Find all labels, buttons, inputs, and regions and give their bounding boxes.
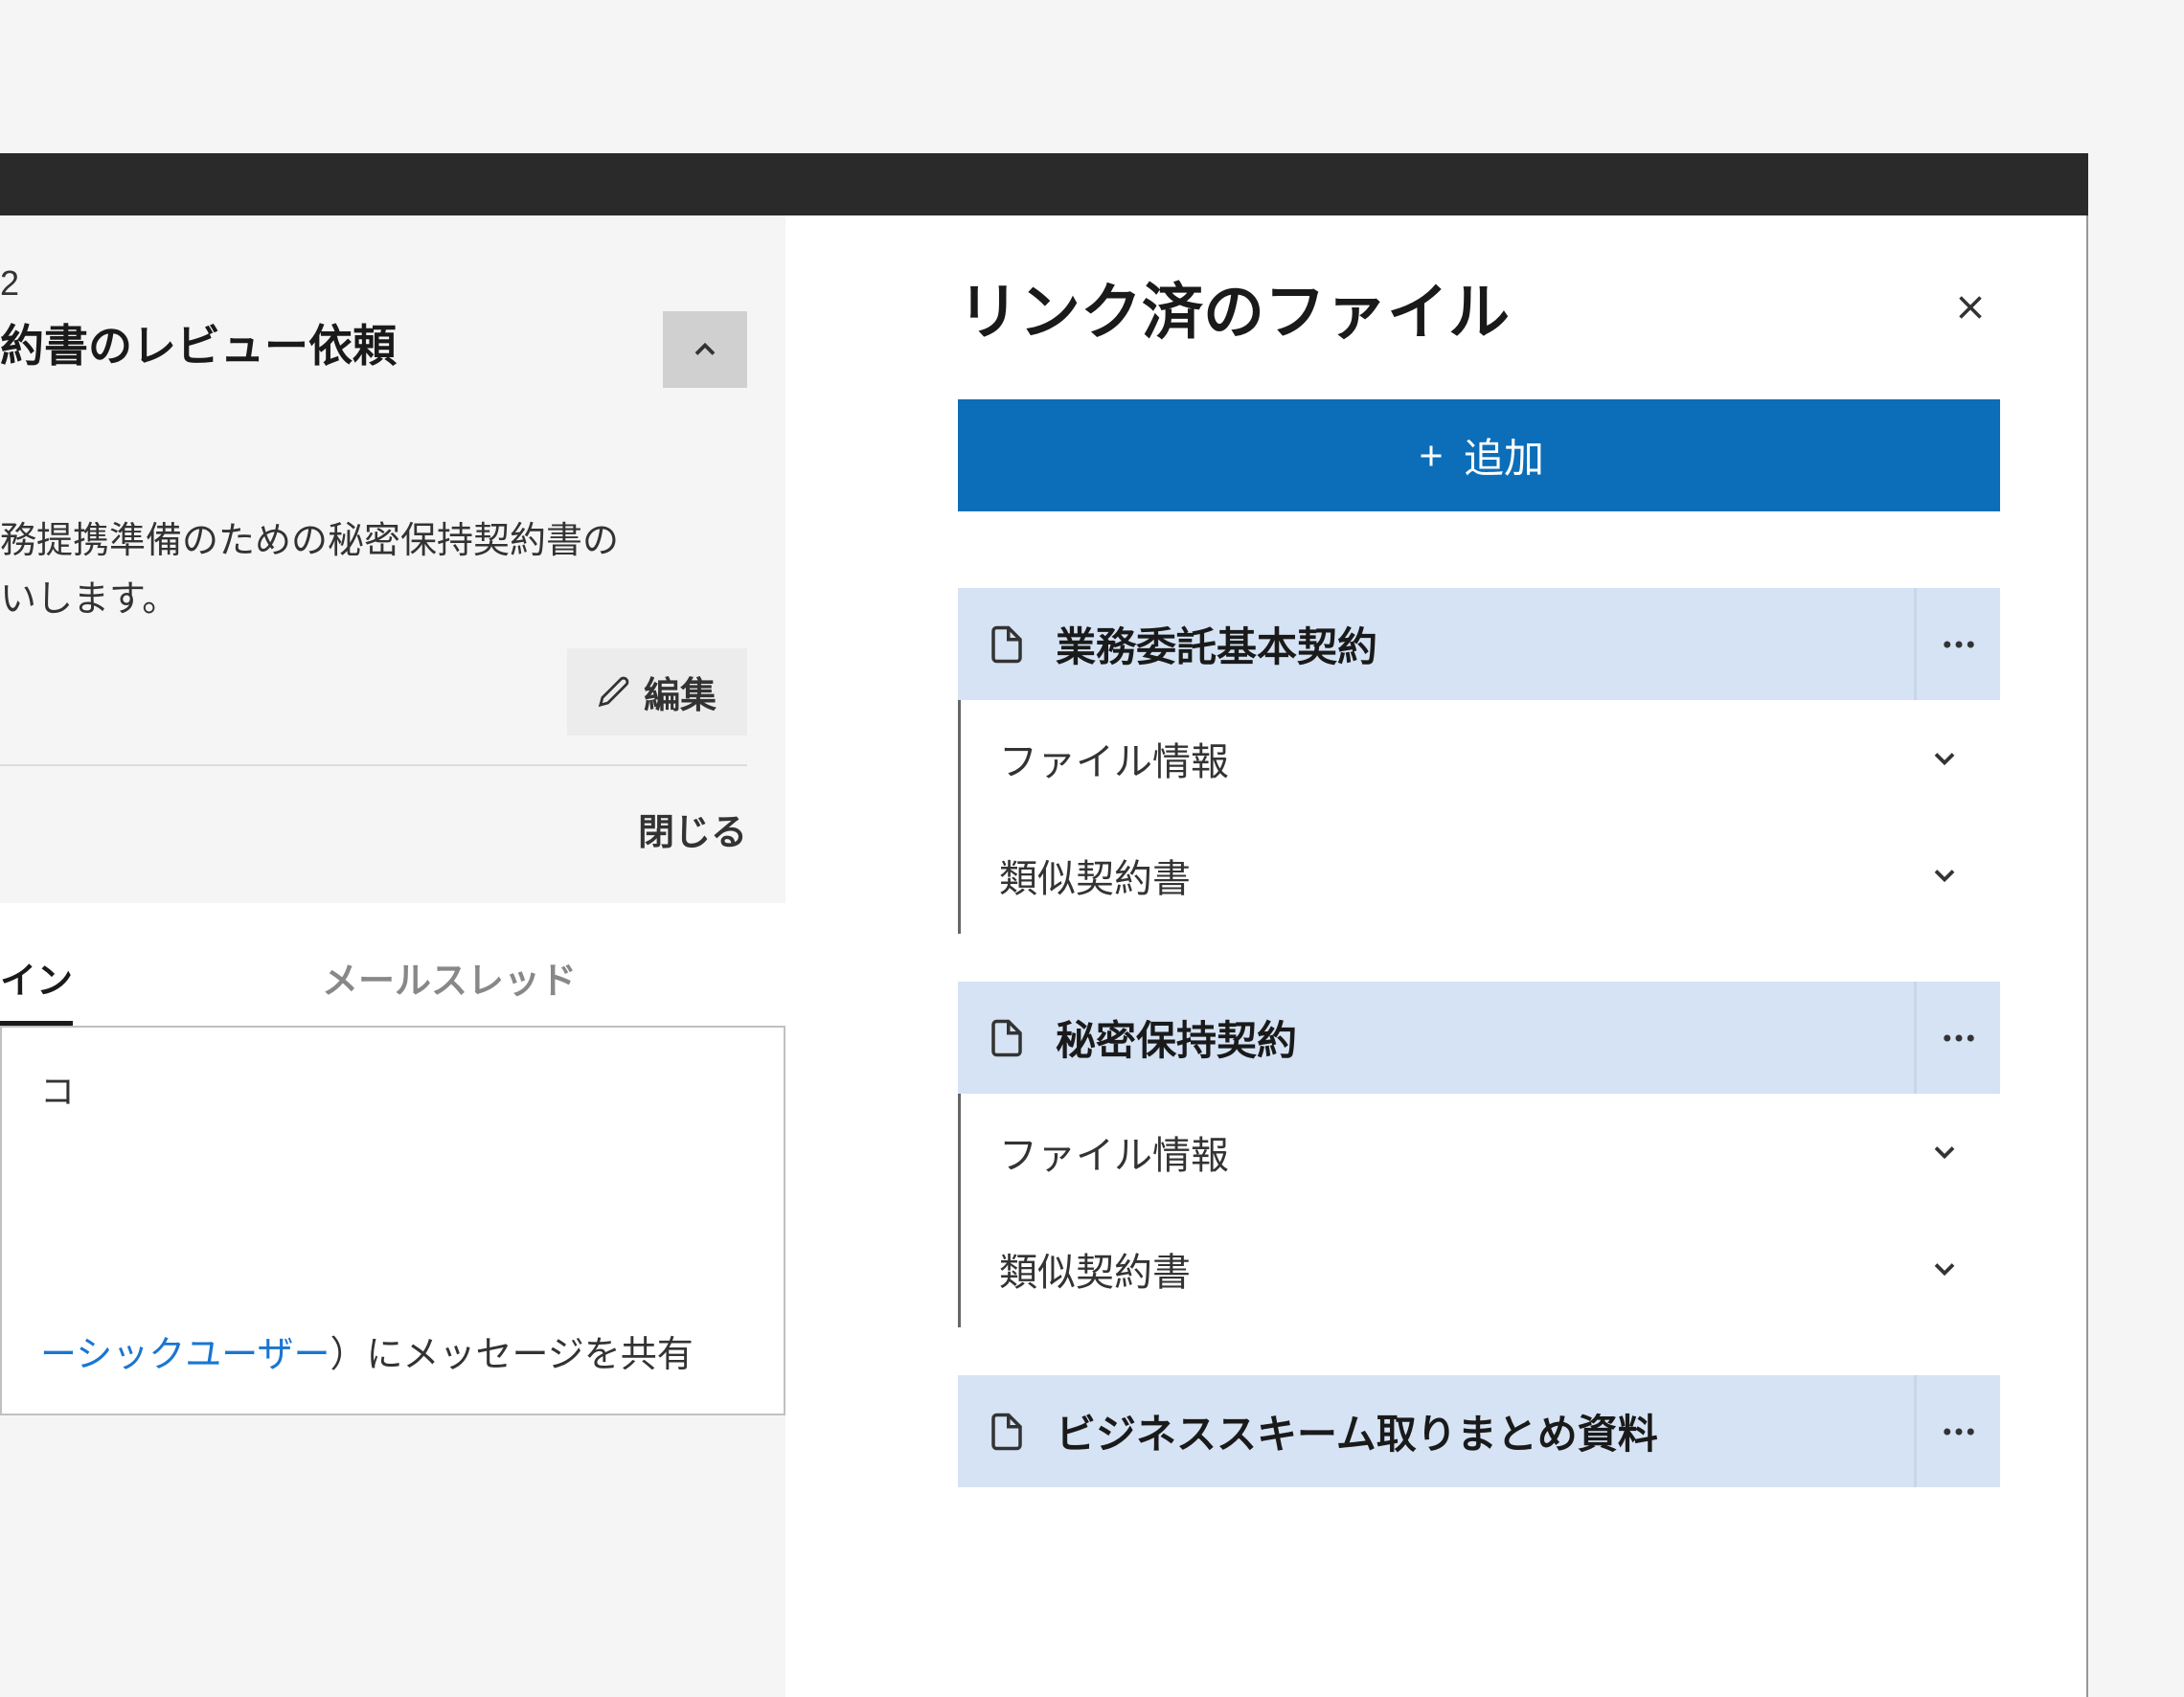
content-area: コ ーシックユーザー）にメッセージを共有 bbox=[0, 1026, 785, 1415]
panel-title: リンク済のファイル bbox=[958, 263, 1510, 351]
file-item: 秘密保持契約 ファイル情報 類似契約書 bbox=[958, 982, 2000, 1327]
chevron-down-icon bbox=[1927, 741, 1962, 776]
file-header[interactable]: 秘密保持契約 bbox=[958, 982, 2000, 1094]
file-header[interactable]: ビジネススキーム取りまとめ資料 bbox=[958, 1375, 2000, 1487]
file-icon bbox=[987, 624, 1027, 665]
tabs: イン メールスレッド bbox=[0, 903, 747, 1026]
chevron-up-icon bbox=[688, 332, 722, 367]
more-button[interactable] bbox=[1914, 982, 2000, 1094]
more-button[interactable] bbox=[1914, 1375, 2000, 1487]
file-section-similar[interactable]: 類似契約書 bbox=[961, 1211, 2000, 1327]
file-section-label: ファイル情報 bbox=[999, 731, 1229, 786]
file-icon bbox=[987, 1018, 1027, 1058]
file-header[interactable]: 業務委託基本契約 bbox=[958, 588, 2000, 700]
tab-timeline[interactable]: イン bbox=[0, 951, 73, 1026]
add-button-label: 追加 bbox=[1464, 426, 1544, 485]
file-item: ビジネススキーム取りまとめ資料 bbox=[958, 1375, 2000, 1487]
file-section-similar[interactable]: 類似契約書 bbox=[961, 817, 2000, 934]
collapse-button[interactable] bbox=[663, 311, 747, 388]
more-button[interactable] bbox=[1914, 588, 2000, 700]
message-suffix: にメッセージを共有 bbox=[367, 1335, 694, 1375]
tab-mail-thread[interactable]: メールスレッド bbox=[322, 951, 577, 1026]
content-placeholder: コ bbox=[40, 1064, 745, 1114]
file-name: 業務委託基本契約 bbox=[1056, 615, 1971, 673]
left-panel: 2 約書のレビュー依頼 務提携準備のための秘密保持契約書の いします。 編集 bbox=[0, 215, 785, 1415]
edit-button-label: 編集 bbox=[644, 666, 717, 718]
file-section-label: 類似契約書 bbox=[999, 848, 1191, 903]
card-description-line2: いします。 bbox=[0, 571, 747, 629]
more-horizontal-icon bbox=[1939, 1412, 1979, 1452]
message-text: ーシックユーザー）にメッセージを共有 bbox=[40, 1324, 745, 1377]
right-panel: リンク済のファイル 追加 業務委託基本契約 ファイル情報 bbox=[785, 215, 2088, 1697]
chevron-down-icon bbox=[1927, 1252, 1962, 1286]
file-section-info[interactable]: ファイル情報 bbox=[961, 1094, 2000, 1211]
close-panel-button[interactable] bbox=[1941, 278, 2000, 337]
message-link[interactable]: ーシックユーザー bbox=[40, 1335, 330, 1375]
add-button[interactable]: 追加 bbox=[958, 399, 2000, 511]
card-number: 2 bbox=[0, 263, 747, 304]
card-description-line1: 務提携準備のための秘密保持契約書の bbox=[0, 512, 747, 571]
message-paren: ） bbox=[330, 1335, 366, 1375]
file-section-label: ファイル情報 bbox=[999, 1124, 1229, 1180]
top-bar bbox=[0, 153, 2088, 215]
more-horizontal-icon bbox=[1939, 1018, 1979, 1058]
request-card: 2 約書のレビュー依頼 務提携準備のための秘密保持契約書の いします。 編集 bbox=[0, 215, 785, 903]
pencil-icon bbox=[598, 675, 630, 708]
edit-button[interactable]: 編集 bbox=[567, 648, 747, 735]
file-name: 秘密保持契約 bbox=[1056, 1008, 1971, 1067]
plus-icon bbox=[1414, 439, 1448, 473]
close-button[interactable]: 閉じる bbox=[638, 803, 747, 855]
file-section-info[interactable]: ファイル情報 bbox=[961, 700, 2000, 817]
file-icon bbox=[987, 1412, 1027, 1452]
file-name: ビジネススキーム取りまとめ資料 bbox=[1056, 1402, 1971, 1460]
file-item: 業務委託基本契約 ファイル情報 類似契約書 bbox=[958, 588, 2000, 934]
close-icon bbox=[1950, 287, 1991, 328]
more-horizontal-icon bbox=[1939, 624, 1979, 665]
card-title: 約書のレビュー依頼 bbox=[0, 311, 397, 374]
chevron-down-icon bbox=[1927, 858, 1962, 893]
chevron-down-icon bbox=[1927, 1135, 1962, 1169]
file-section-label: 類似契約書 bbox=[999, 1241, 1191, 1297]
